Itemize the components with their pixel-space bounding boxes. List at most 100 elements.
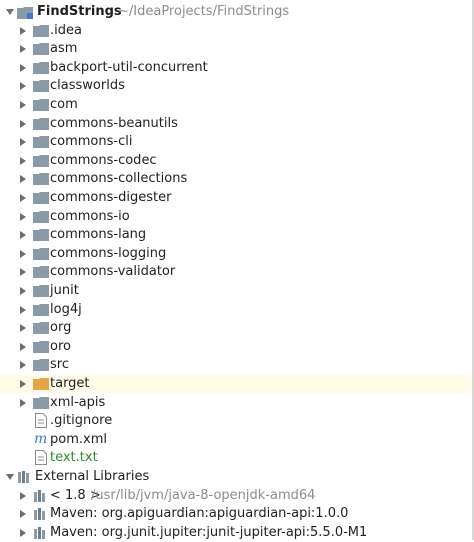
folder-label: commons-validator [50,264,176,280]
folder-icon [33,285,49,297]
chevron-right-icon[interactable] [20,324,26,333]
tree-item-folder[interactable]: log4j [0,301,474,319]
chevron-right-icon[interactable] [20,491,26,500]
chevron-right-icon[interactable] [20,63,26,72]
folder-icon [33,154,49,167]
tree-item-file[interactable]: .gitignore [0,412,474,430]
folder-icon [33,340,49,353]
tree-item-library[interactable]: Maven: org.junit.jupiter:junit-jupiter-a… [0,524,474,542]
tree-item-folder[interactable]: com [0,96,474,114]
chevron-right-icon[interactable] [20,212,26,221]
chevron-right-icon[interactable] [20,287,26,295]
tree-item-folder[interactable]: commons-cli [0,133,474,151]
chevron-right-icon[interactable] [20,45,26,54]
tree-item-folder[interactable]: junit [0,282,474,300]
file-label: text.txt [50,450,98,466]
tree-item-folder[interactable]: commons-validator [0,263,474,281]
root-path: ~/IdeaProjects/FindStrings [118,4,290,19]
folder-label: xml-apis [50,394,106,410]
folder-icon [33,136,49,149]
folder-label: commons-collections [50,171,188,187]
folder-label: asm [50,41,78,57]
chevron-right-icon[interactable] [20,510,26,519]
tree-item-folder[interactable]: classworlds [0,77,474,95]
chevron-right-icon[interactable] [20,342,26,351]
module-folder-icon [17,7,33,19]
maven-icon: m [34,430,48,447]
tree-item-folder[interactable]: commons-lang [0,226,474,244]
folder-label: commons-logging [50,245,167,261]
folder-icon [33,43,49,56]
maven-library-icon [34,526,45,539]
chevron-down-icon[interactable] [6,9,14,15]
chevron-right-icon[interactable] [20,268,26,277]
chevron-right-icon[interactable] [20,361,26,370]
folder-icon [33,24,49,37]
file-label: pom.xml [50,431,107,447]
library-label: Maven: org.apiguardian:apiguardian-api:1… [50,506,349,522]
folder-label: commons-io [50,208,130,224]
chevron-right-icon[interactable] [20,305,26,314]
folder-icon [33,359,49,372]
tree-item-folder[interactable]: commons-collections [0,170,474,188]
tree-item-folder[interactable]: commons-digester [0,189,474,207]
folder-label: oro [50,338,71,354]
chevron-right-icon[interactable] [20,119,26,128]
tree-item-folder-selected[interactable]: target [0,375,474,393]
chevron-right-icon[interactable] [20,82,26,91]
folder-label: org [50,320,72,336]
tree-item-folder[interactable]: commons-logging [0,245,474,263]
tree-item-folder[interactable]: commons-io [0,208,474,226]
chevron-right-icon[interactable] [20,175,26,184]
folder-label: junit [50,283,79,298]
tree-item-folder[interactable]: commons-beanutils [0,115,474,133]
folder-icon [33,192,49,204]
tree-item-folder[interactable]: .idea [0,22,474,40]
library-label: Maven: org.junit.jupiter:junit-jupiter-a… [50,524,368,540]
folder-icon [33,396,49,409]
chevron-right-icon[interactable] [20,249,26,258]
text-file-icon [35,450,47,466]
tree-root-row[interactable]: FindStrings ~/IdeaProjects/FindStrings [0,3,474,21]
chevron-down-icon[interactable] [6,474,14,480]
folder-label: com [50,97,78,112]
folder-label: .idea [50,22,82,38]
chevron-right-icon[interactable] [20,528,26,537]
tree-item-file[interactable]: text.txt [0,449,474,467]
folder-icon [33,99,49,111]
chevron-right-icon[interactable] [20,101,26,109]
tree-item-jdk[interactable]: < 1.8 > /usr/lib/jvm/java-8-openjdk-amd6… [0,487,474,505]
tree-item-folder[interactable]: asm [0,40,474,58]
excluded-folder-icon [33,378,49,390]
library-icon [18,471,29,483]
chevron-right-icon[interactable] [20,231,26,240]
chevron-right-icon[interactable] [20,156,26,165]
tree-item-folder[interactable]: xml-apis [0,394,474,412]
folder-label: log4j [50,301,82,317]
folder-icon [33,266,49,279]
chevron-right-icon[interactable] [20,380,26,388]
jdk-icon [34,489,45,502]
tree-item-folder[interactable]: backport-util-concurrent [0,59,474,77]
jdk-path: /usr/lib/jvm/java-8-openjdk-amd64 [91,487,316,503]
tree-item-folder[interactable]: commons-codec [0,152,474,170]
folder-icon [33,173,49,186]
folder-label: commons-cli [50,134,133,150]
file-label: .gitignore [50,413,113,429]
chevron-right-icon[interactable] [20,138,26,147]
chevron-right-icon[interactable] [20,26,26,35]
project-tree: FindStrings ~/IdeaProjects/FindStrings .… [0,0,474,540]
folder-icon [33,117,49,130]
folder-label: commons-digester [50,190,172,205]
tree-item-library[interactable]: Maven: org.apiguardian:apiguardian-api:1… [0,505,474,523]
chevron-right-icon[interactable] [20,194,26,202]
tree-item-file[interactable]: m pom.xml [0,431,474,449]
tree-item-folder[interactable]: org [0,319,474,337]
folder-label: classworlds [50,78,125,94]
tree-item-folder[interactable]: oro [0,338,474,356]
tree-item-external-libraries[interactable]: External Libraries [0,468,474,486]
tree-item-folder[interactable]: src [0,356,474,374]
folder-label: src [50,357,69,373]
chevron-right-icon[interactable] [20,398,26,407]
folder-icon [33,229,49,242]
